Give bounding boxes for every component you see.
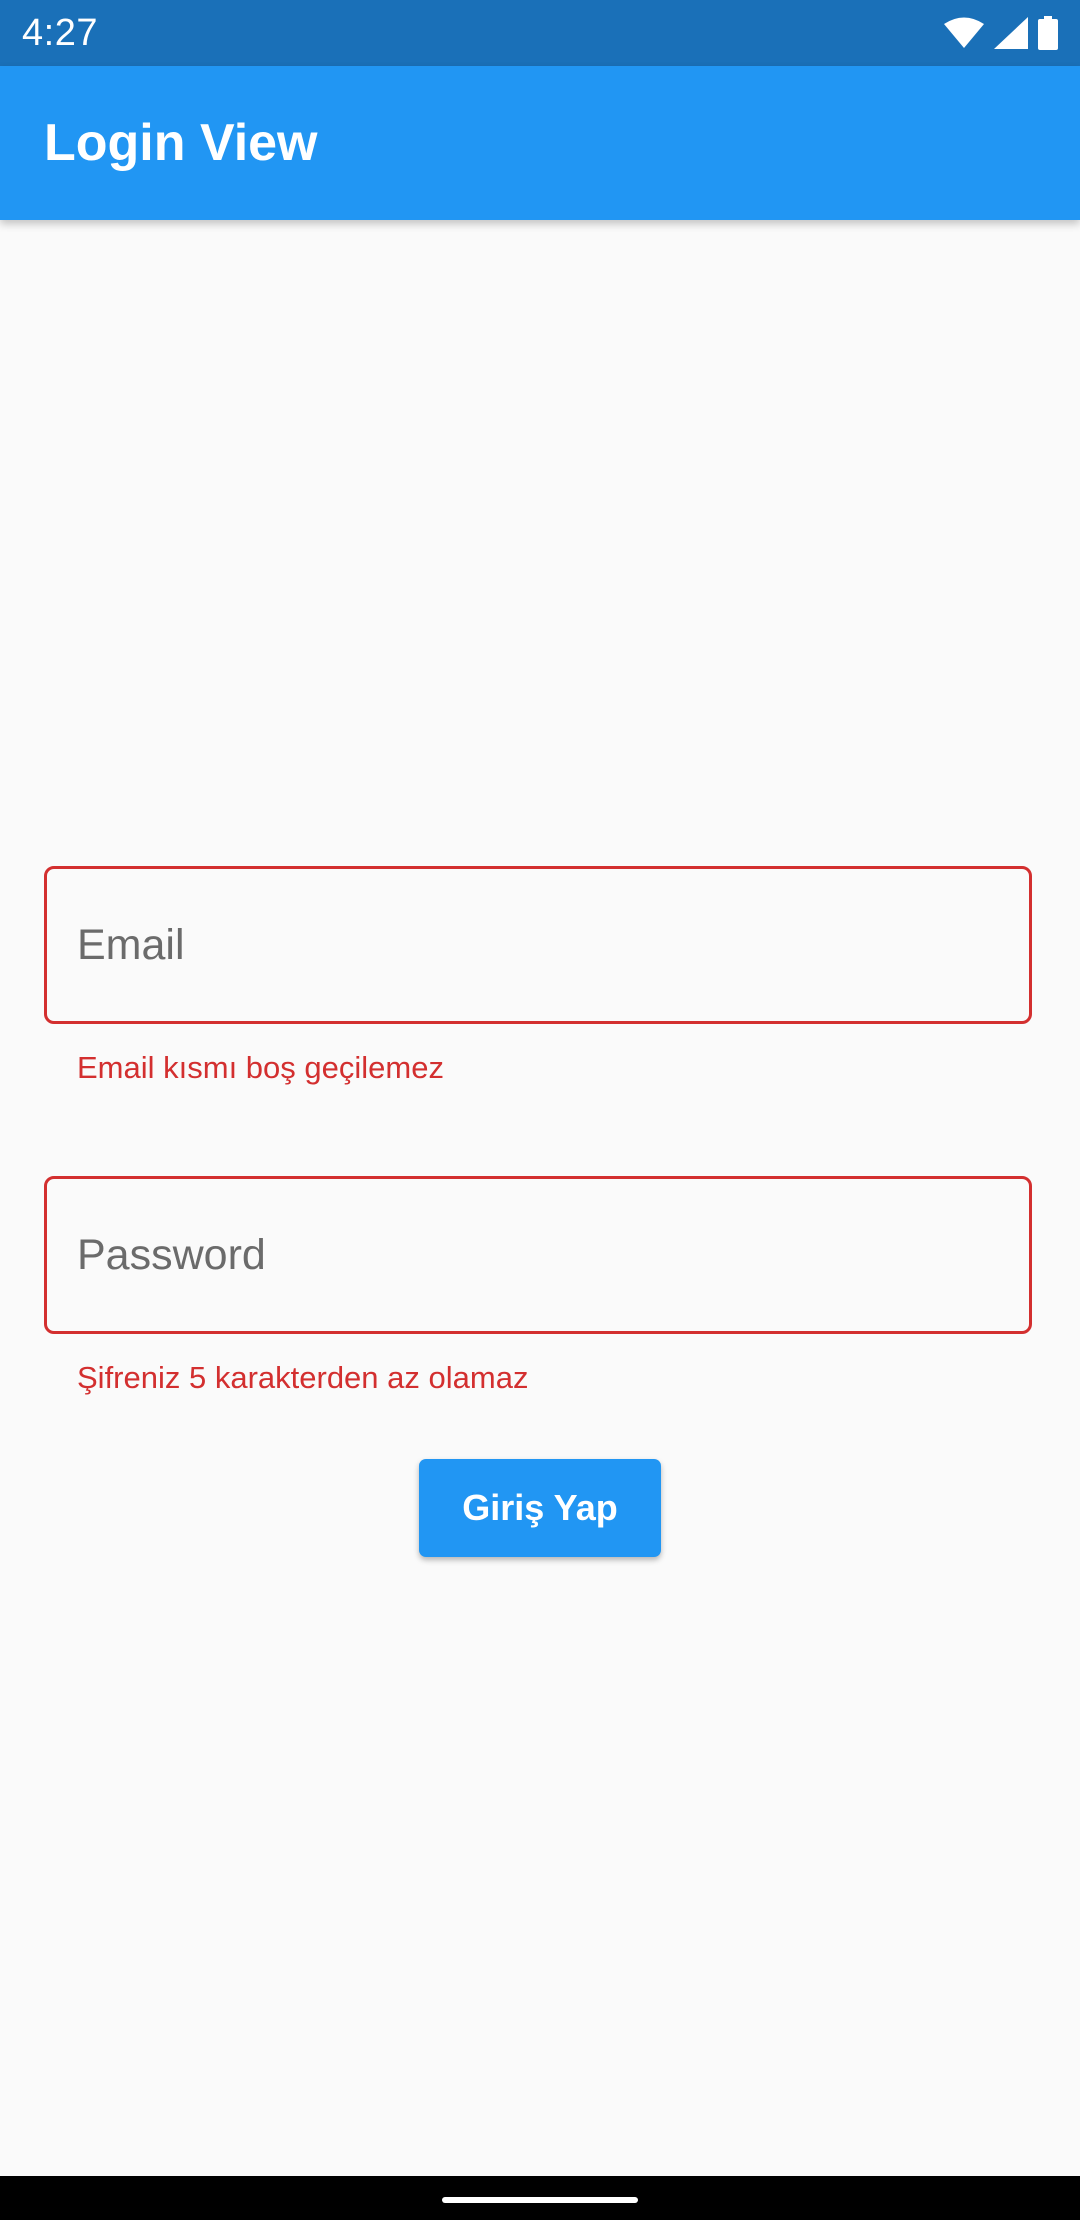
- app-bar: Login View: [0, 66, 1080, 220]
- password-error-text: Şifreniz 5 karakterden az olamaz: [77, 1360, 529, 1395]
- status-bar: 4:27: [0, 0, 1080, 66]
- email-field[interactable]: Email: [44, 866, 1032, 1024]
- cell-signal-icon: [994, 17, 1028, 49]
- status-time: 4:27: [22, 12, 98, 54]
- battery-icon: [1038, 16, 1058, 50]
- password-placeholder: Password: [77, 1231, 266, 1279]
- password-field[interactable]: Password: [44, 1176, 1032, 1334]
- email-error-text: Email kısmı boş geçilemez: [77, 1050, 444, 1085]
- wifi-icon: [944, 17, 984, 49]
- navigation-bar: [0, 2176, 1080, 2220]
- page-title: Login View: [44, 114, 318, 172]
- login-screen: 4:27 Login View Email Email kısmı boş ge…: [0, 0, 1080, 2220]
- status-icons: [944, 14, 1058, 52]
- login-button[interactable]: Giriş Yap: [419, 1459, 661, 1557]
- home-handle[interactable]: [442, 2197, 638, 2203]
- email-placeholder: Email: [77, 921, 185, 969]
